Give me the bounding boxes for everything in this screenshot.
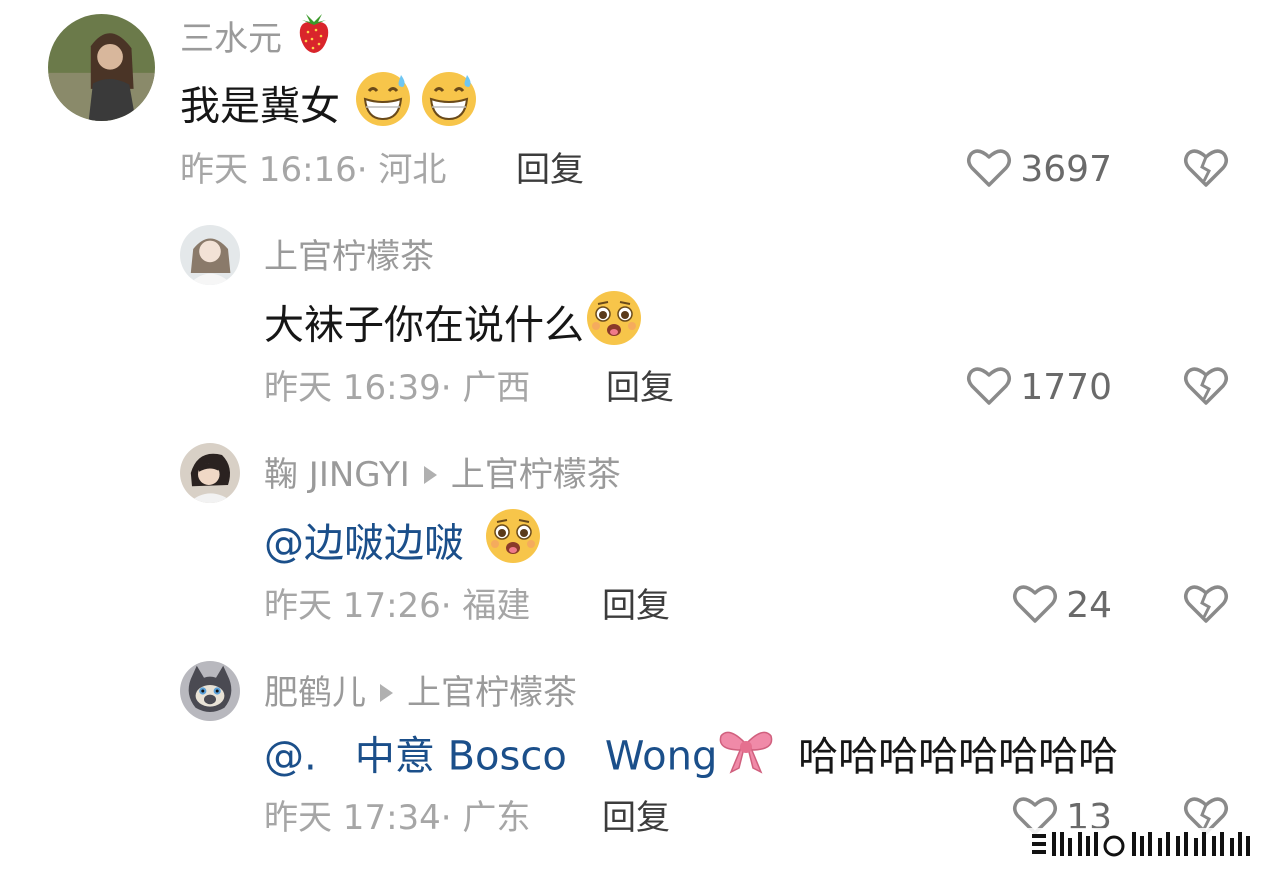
grinning-sweat-emoji	[419, 69, 479, 140]
comment-text: 大袜子你在说什么	[264, 291, 644, 359]
username[interactable]: 三水元	[180, 14, 335, 63]
broken-heart-icon	[1184, 585, 1228, 623]
comment-meta: 昨天 16:16· 河北	[180, 150, 447, 190]
avatar[interactable]	[180, 443, 240, 503]
username[interactable]: 肥鹤儿 上官柠檬茶	[264, 673, 577, 713]
dislike-button[interactable]	[1183, 147, 1229, 193]
like-count: 3697	[1020, 149, 1112, 190]
comment-meta: 昨天 17:26· 福建	[264, 586, 531, 626]
strawberry-icon	[293, 10, 335, 63]
reply-arrow-icon	[380, 683, 393, 702]
comment-text: @. 中意 Bosco Wong 哈哈哈哈哈哈哈哈	[264, 731, 1119, 785]
dislike-button[interactable]	[1183, 583, 1229, 629]
like-button[interactable]: 1770	[960, 367, 1112, 408]
mention-link[interactable]: @. 中意 Bosco Wong	[264, 734, 717, 780]
username[interactable]: 上官柠檬茶	[264, 237, 434, 277]
reply-button[interactable]: 回复	[602, 798, 670, 838]
heart-icon	[967, 149, 1012, 187]
like-button[interactable]: 3697	[960, 149, 1112, 190]
grinning-sweat-emoji	[353, 69, 413, 140]
dislike-button[interactable]	[1183, 365, 1229, 411]
avatar[interactable]	[180, 225, 240, 285]
broken-heart-icon	[1184, 367, 1228, 405]
pleading-drool-emoji	[584, 288, 644, 359]
comment-text: @边啵边啵	[264, 509, 543, 577]
comment-body: 哈哈哈哈哈哈哈哈	[798, 733, 1119, 780]
watermark-logo	[1026, 820, 1256, 864]
like-button[interactable]: 24	[960, 585, 1112, 626]
reply-button[interactable]: 回复	[516, 150, 584, 190]
username[interactable]: 鞠 JINGYI 上官柠檬茶	[264, 455, 621, 495]
comment-meta: 昨天 16:39· 广西	[264, 368, 531, 408]
like-count: 24	[1066, 585, 1112, 626]
pleading-drool-emoji	[483, 506, 543, 577]
like-count: 1770	[1020, 367, 1112, 408]
broken-heart-icon	[1184, 149, 1228, 187]
heart-icon	[967, 367, 1012, 405]
reply-button[interactable]: 回复	[602, 586, 670, 626]
avatar[interactable]	[180, 661, 240, 721]
pink-bow-icon	[717, 724, 775, 785]
reply-button[interactable]: 回复	[606, 368, 674, 408]
heart-icon	[1013, 585, 1058, 623]
comment-meta: 昨天 17:34· 广东	[264, 798, 531, 838]
reply-to-username[interactable]: 上官柠檬茶	[407, 673, 577, 713]
reply-arrow-icon	[423, 465, 437, 484]
mention-link[interactable]: @边啵边啵	[264, 521, 464, 567]
comment-text: 我是冀女	[180, 72, 479, 140]
reply-to-username[interactable]: 上官柠檬茶	[451, 455, 621, 495]
avatar[interactable]	[48, 14, 155, 121]
